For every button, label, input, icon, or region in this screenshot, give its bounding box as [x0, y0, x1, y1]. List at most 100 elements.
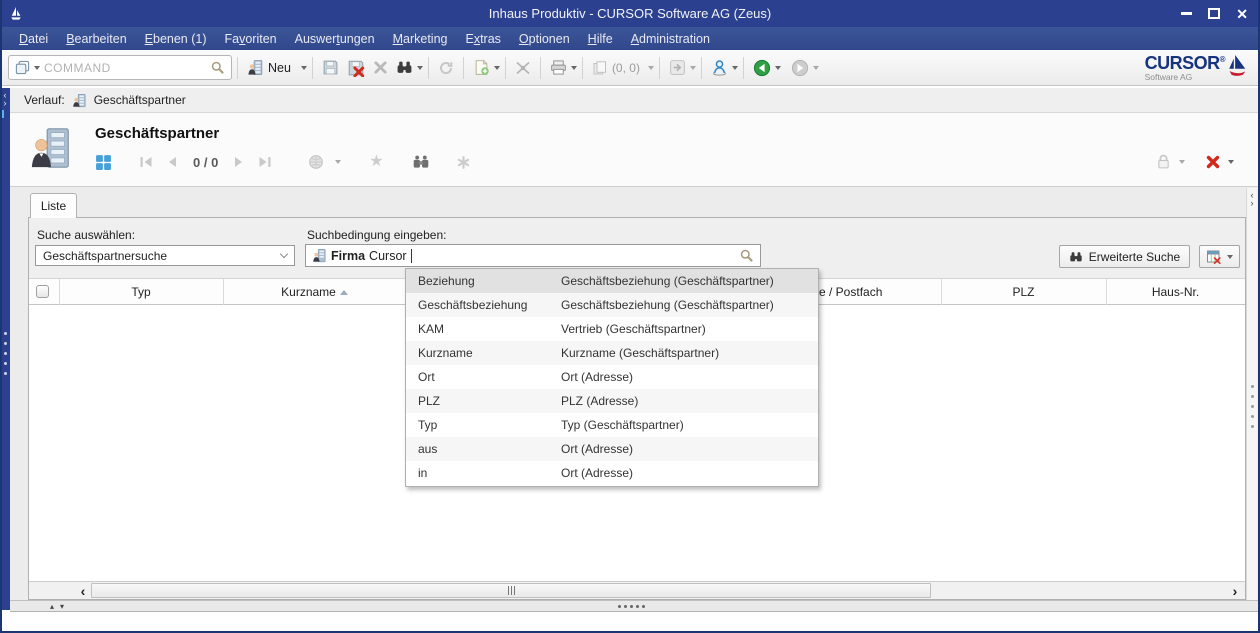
search-select[interactable]: Geschäftspartnersuche: [35, 245, 295, 266]
scroll-right-button[interactable]: ›: [1227, 582, 1243, 599]
save-icon[interactable]: [318, 57, 343, 78]
search-icon[interactable]: [210, 60, 225, 75]
business-partner-icon-large: [28, 125, 74, 171]
horizontal-scrollbar[interactable]: ‹ ›: [29, 581, 1245, 599]
search-condition-input[interactable]: Firma Cursor: [305, 244, 761, 267]
close-record-caret[interactable]: [1228, 160, 1234, 164]
duplicate-search-icon[interactable]: [412, 153, 430, 171]
toolbar: Neu (0, 0): [0, 50, 1260, 86]
chevron-down-icon: [280, 250, 288, 258]
command-scope-icon[interactable]: [15, 60, 30, 75]
merge-icon: [511, 58, 535, 78]
panel-toggle-icons[interactable]: ‹›: [1251, 191, 1254, 207]
column-strasse-postfach[interactable]: e / Postfach: [819, 279, 941, 305]
autocomplete-item[interactable]: KurznameKurzname (Geschäftspartner): [406, 341, 818, 365]
print-icon[interactable]: [546, 57, 571, 78]
logo-sailboat-icon: [1226, 54, 1248, 78]
command-scope-caret[interactable]: [34, 66, 40, 70]
panel-toggle-icons[interactable]: ‹›: [4, 91, 7, 107]
condition-label: Suchbedingung eingeben:: [307, 228, 446, 242]
menu-auswertungen[interactable]: Auswertungen: [286, 29, 384, 49]
column-plz[interactable]: PLZ: [941, 279, 1106, 305]
tab-liste[interactable]: Liste: [30, 193, 77, 218]
column-kurzname[interactable]: Kurzname: [223, 279, 406, 305]
autocomplete-item[interactable]: TypTyp (Geschäftspartner): [406, 413, 818, 437]
export-caret[interactable]: [690, 66, 696, 70]
advanced-search-button[interactable]: Erweiterte Suche: [1059, 245, 1190, 268]
record-header: Geschäftspartner 0 / 0 ★: [10, 113, 1258, 187]
toolbar-separator: [428, 57, 429, 79]
back-icon[interactable]: [749, 57, 775, 79]
discard-icon[interactable]: [343, 57, 369, 79]
menu-favoriten[interactable]: Favoriten: [216, 29, 286, 49]
business-partner-icon: [247, 59, 264, 76]
toolbar-separator: [237, 57, 238, 79]
menu-ebenen[interactable]: Ebenen (1): [136, 29, 216, 49]
minimize-button[interactable]: [1181, 12, 1192, 15]
horizontal-splitter[interactable]: ▴▾: [10, 600, 1258, 612]
status-bar: [2, 612, 1258, 631]
filter-caret[interactable]: [1227, 255, 1233, 259]
column-typ[interactable]: Typ: [59, 279, 223, 305]
scroll-left-button[interactable]: ‹: [75, 582, 91, 599]
drag-handle-dots[interactable]: [1251, 385, 1254, 428]
window-title: Inhaus Produktiv - CURSOR Software AG (Z…: [0, 6, 1260, 21]
lock-caret[interactable]: [1179, 160, 1185, 164]
search-select-value: Geschäftspartnersuche: [43, 249, 167, 263]
select-all-checkbox[interactable]: [36, 285, 49, 298]
print-caret[interactable]: [571, 66, 577, 70]
doc-stack-icon: [588, 58, 612, 78]
workflow-caret[interactable]: [335, 160, 341, 164]
autocomplete-item[interactable]: BeziehungGeschäftsbeziehung (Geschäftspa…: [406, 269, 818, 293]
menu-hilfe[interactable]: Hilfe: [579, 29, 622, 49]
search-select-label: Suche auswählen:: [37, 228, 135, 242]
menu-marketing[interactable]: Marketing: [384, 29, 457, 49]
autocomplete-dropdown: BeziehungGeschäftsbeziehung (Geschäftspa…: [405, 268, 819, 487]
nav-first-icon: [138, 155, 154, 169]
command-bar[interactable]: [8, 55, 232, 80]
back-caret[interactable]: [775, 66, 781, 70]
condition-text: Cursor: [369, 249, 407, 263]
menu-bar: Datei Bearbeiten Ebenen (1) Favoriten Au…: [0, 27, 1260, 50]
command-input[interactable]: [44, 61, 206, 75]
menu-optionen[interactable]: Optionen: [510, 29, 579, 49]
toolbar-separator: [463, 57, 464, 79]
splitter-arrows[interactable]: ▴▾: [50, 601, 70, 612]
grid-icon[interactable]: [95, 154, 112, 171]
find-icon[interactable]: [392, 57, 417, 78]
autocomplete-item[interactable]: PLZPLZ (Adresse): [406, 389, 818, 413]
autocomplete-item[interactable]: ausOrt (Adresse): [406, 437, 818, 461]
user-caret[interactable]: [732, 66, 738, 70]
maximize-button[interactable]: [1208, 8, 1220, 19]
autocomplete-item[interactable]: GeschäftsbeziehungGeschäftsbeziehung (Ge…: [406, 293, 818, 317]
column-haus-nr[interactable]: Haus-Nr.: [1106, 279, 1245, 305]
new-doc-icon[interactable]: [469, 57, 494, 78]
drag-handle-dots[interactable]: [4, 332, 7, 375]
splitter-grip-dots[interactable]: [618, 605, 645, 608]
menu-bearbeiten[interactable]: Bearbeiten: [57, 29, 135, 49]
close-record-icon[interactable]: [1205, 154, 1221, 170]
neu-button[interactable]: Neu: [243, 57, 295, 78]
forward-caret[interactable]: [813, 66, 819, 70]
filter-button[interactable]: [1199, 245, 1240, 268]
right-collapsed-panel[interactable]: ‹›: [1246, 188, 1257, 600]
neu-caret[interactable]: [301, 66, 307, 70]
scrollbar-thumb[interactable]: [91, 583, 931, 598]
find-caret[interactable]: [417, 66, 423, 70]
autocomplete-item[interactable]: OrtOrt (Adresse): [406, 365, 818, 389]
menu-administration[interactable]: Administration: [622, 29, 719, 49]
nav-next-icon: [231, 155, 247, 169]
delete-icon[interactable]: [369, 58, 392, 77]
history-item-geschaeftspartner[interactable]: Geschäftspartner: [94, 93, 186, 107]
autocomplete-item[interactable]: inOrt (Adresse): [406, 461, 818, 485]
user-icon[interactable]: [707, 57, 732, 78]
menu-extras[interactable]: Extras: [456, 29, 509, 49]
close-button[interactable]: ✕: [1236, 7, 1248, 21]
refresh-icon: [434, 58, 458, 78]
new-doc-caret[interactable]: [494, 66, 500, 70]
menu-datei[interactable]: Datei: [10, 29, 57, 49]
search-icon[interactable]: [739, 248, 754, 263]
doc-stack-caret[interactable]: [648, 66, 654, 70]
autocomplete-item[interactable]: KAMVertrieb (Geschäftspartner): [406, 317, 818, 341]
tab-liste-label: Liste: [41, 199, 66, 213]
